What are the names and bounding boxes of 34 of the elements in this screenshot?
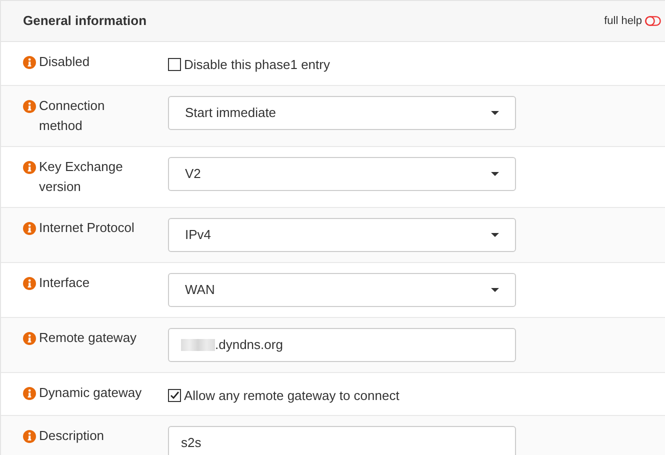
field-label: Interface xyxy=(39,274,91,292)
field-label: Internet Protocol xyxy=(39,218,136,236)
caret-icon xyxy=(491,110,499,114)
full-help-toggle[interactable]: full help xyxy=(604,12,661,30)
caret-icon xyxy=(491,232,499,236)
field-label: Description xyxy=(39,427,106,445)
field-label: Disabled xyxy=(39,53,91,71)
select-dropdown[interactable]: IPv4 xyxy=(168,218,516,252)
field-label: Remote gateway xyxy=(39,328,138,347)
toggle-icon xyxy=(645,16,661,26)
field-label: Key Exchange version xyxy=(39,158,124,196)
field-label: Dynamic gateway xyxy=(39,384,143,402)
input-field[interactable]: s2s xyxy=(168,426,516,455)
info-icon[interactable] xyxy=(23,56,36,69)
select-dropdown[interactable]: Start immediate xyxy=(168,96,516,130)
checkbox-label: Allow any remote gateway to connect xyxy=(184,386,400,405)
select-dropdown[interactable]: V2 xyxy=(168,156,516,190)
info-icon[interactable] xyxy=(23,332,36,344)
input-field[interactable]: .dyndns.org xyxy=(168,328,516,362)
info-icon[interactable] xyxy=(23,222,36,234)
section-title: General information xyxy=(23,12,147,30)
info-icon[interactable] xyxy=(23,430,36,443)
caret-icon xyxy=(491,288,499,292)
info-icon[interactable] xyxy=(23,160,36,174)
checkbox-label: Disable this phase1 entry xyxy=(184,56,330,74)
check-icon xyxy=(169,390,180,401)
checkbox[interactable] xyxy=(168,388,181,402)
info-icon[interactable] xyxy=(23,100,36,112)
field-label: Connection method xyxy=(39,96,106,134)
select-dropdown[interactable]: WAN xyxy=(168,272,516,306)
caret-icon xyxy=(491,172,499,176)
info-icon[interactable] xyxy=(23,386,36,400)
checkbox[interactable] xyxy=(168,58,181,72)
info-icon[interactable] xyxy=(23,276,36,290)
